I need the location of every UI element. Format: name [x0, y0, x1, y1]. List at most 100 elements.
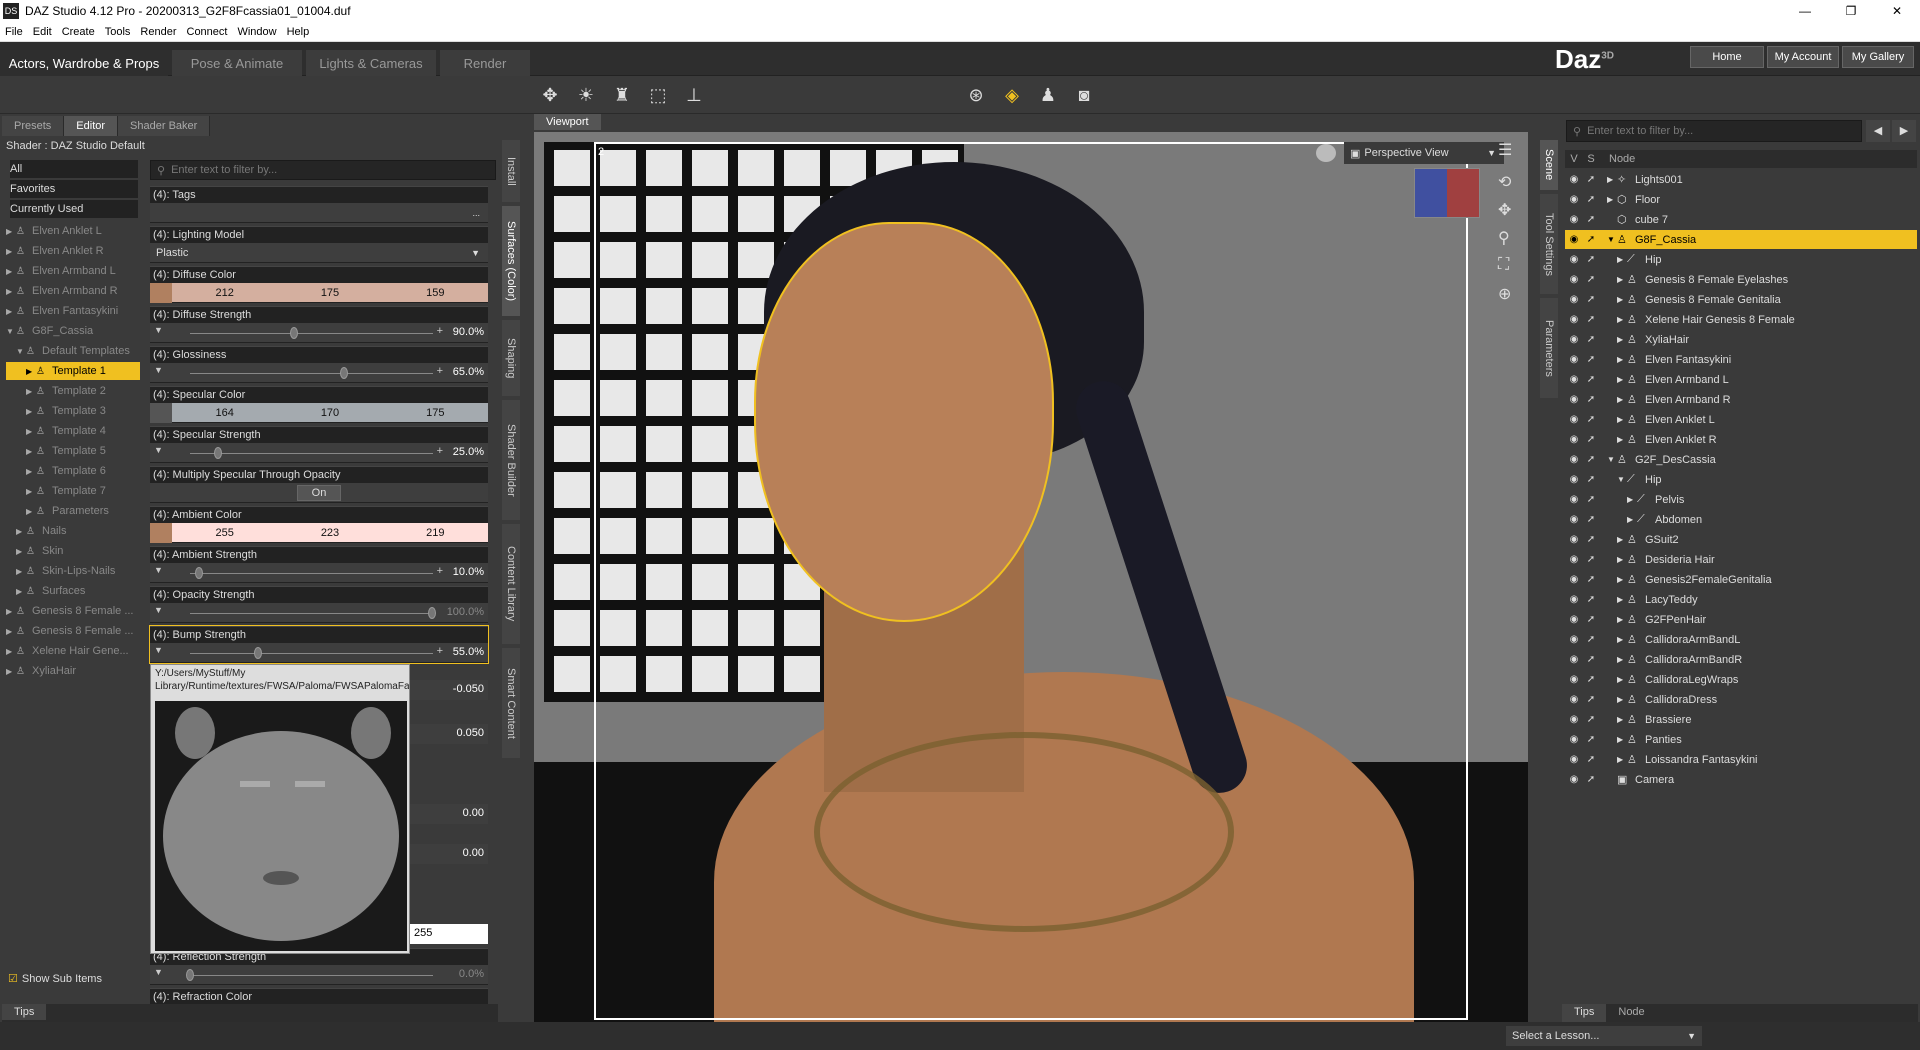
value-field[interactable]: 0.00 [410, 844, 488, 864]
surface-tree-item[interactable]: ▶ ♙ Elven Fantasykini [6, 302, 140, 320]
expand-arrow-icon[interactable]: ▶ [1627, 495, 1637, 504]
geometry-editor-icon[interactable]: ♟ [1034, 82, 1062, 108]
scene-light-icon[interactable]: ☀ [572, 82, 600, 108]
visibility-eye-icon[interactable]: ◉ [1565, 754, 1583, 765]
camera-tool-icon[interactable]: ◙ [1070, 82, 1098, 108]
scene-node-row[interactable]: ◉ ➚ ▶ ♙ G2FPenHair [1565, 610, 1917, 629]
glossiness-slider[interactable]: ▼ +65.0% [150, 363, 488, 383]
menu-help[interactable]: Help [282, 26, 315, 38]
selectable-cursor-icon[interactable]: ➚ [1583, 174, 1599, 185]
side-tab-scene[interactable]: Scene [1540, 140, 1558, 190]
orbit-icon[interactable]: ⟲ [1498, 172, 1511, 192]
figure-tool-icon[interactable]: ♜ [608, 82, 636, 108]
forward-arrow-icon[interactable]: ▶ [1892, 120, 1916, 142]
node-tab[interactable]: Node [1606, 1004, 1656, 1022]
tips-tab[interactable]: Tips [2, 1004, 47, 1020]
surface-tree-item[interactable]: ▶ ♙ Template 3 [6, 402, 140, 420]
visibility-eye-icon[interactable]: ◉ [1565, 294, 1583, 305]
scene-node-row[interactable]: ◉ ➚ ▶ ♙ CallidoraArmBandL [1565, 630, 1917, 649]
visibility-eye-icon[interactable]: ◉ [1565, 554, 1583, 565]
selectable-cursor-icon[interactable]: ➚ [1583, 514, 1599, 525]
scene-node-row[interactable]: ◉ ➚ ▶ ♙ Elven Armband R [1565, 390, 1917, 409]
value-field[interactable]: -0.050 [410, 680, 488, 700]
selectable-cursor-icon[interactable]: ➚ [1583, 214, 1599, 225]
selectable-cursor-icon[interactable]: ➚ [1583, 714, 1599, 725]
selectable-cursor-icon[interactable]: ➚ [1583, 574, 1599, 585]
surface-tree-item[interactable]: ▶ ♙ Surfaces [6, 582, 140, 600]
expand-arrow-icon[interactable]: ▶ [1617, 335, 1627, 344]
expand-arrow-icon[interactable]: ▶ [1617, 435, 1627, 444]
expand-arrow-icon[interactable]: ▶ [6, 607, 16, 616]
scene-node-row[interactable]: ◉ ➚ ▼ ⟋ Hip [1565, 470, 1917, 489]
scene-node-row[interactable]: ◉ ➚ ▼ ♙ G8F_Cassia [1565, 230, 1917, 249]
scene-node-row[interactable]: ◉ ➚ ▶ ♙ CallidoraArmBandR [1565, 650, 1917, 669]
expand-arrow-icon[interactable]: ▶ [1617, 615, 1627, 624]
selectable-cursor-icon[interactable]: ➚ [1583, 254, 1599, 265]
surface-tree-item[interactable]: ▶ ♙ Nails [6, 522, 140, 540]
surface-filter-input[interactable]: ⚲ Enter text to filter by... [150, 160, 496, 180]
selectable-cursor-icon[interactable]: ➚ [1583, 234, 1599, 245]
expand-arrow-icon[interactable]: ▶ [1617, 595, 1627, 604]
expand-arrow-icon[interactable]: ▶ [1617, 755, 1627, 764]
value-field[interactable]: 0.050 [410, 724, 488, 744]
scene-node-row[interactable]: ◉ ➚ ▶ ♙ Elven Anklet L [1565, 410, 1917, 429]
scene-node-row[interactable]: ◉ ➚ ▶ ⟋ Hip [1565, 250, 1917, 269]
visibility-eye-icon[interactable]: ◉ [1565, 234, 1583, 245]
expand-arrow-icon[interactable]: ▶ [6, 267, 16, 276]
expand-arrow-icon[interactable]: ▶ [26, 487, 36, 496]
scene-node-row[interactable]: ◉ ➚ ▶ ⟋ Pelvis [1565, 490, 1917, 509]
expand-arrow-icon[interactable]: ▶ [1617, 535, 1627, 544]
scene-node-row[interactable]: ◉ ➚ ▶ ♙ Elven Armband L [1565, 370, 1917, 389]
expand-arrow-icon[interactable]: ▶ [6, 287, 16, 296]
scene-node-row[interactable]: ◉ ➚ ▶ ♙ CallidoraDress [1565, 690, 1917, 709]
tab-pose-animate[interactable]: Pose & Animate [172, 50, 302, 76]
scene-node-row[interactable]: ◉ ➚ ▶ ♙ Genesis 8 Female Eyelashes [1565, 270, 1917, 289]
side-tab-smart-content[interactable]: Smart Content [502, 648, 520, 758]
menu-window[interactable]: Window [232, 26, 281, 38]
visibility-eye-icon[interactable]: ◉ [1565, 534, 1583, 545]
surface-tree-item[interactable]: ▶ ♙ Elven Anklet R [6, 242, 140, 260]
scene-node-row[interactable]: ◉ ➚ ▶ ♙ LacyTeddy [1565, 590, 1917, 609]
bump-strength-slider[interactable]: ▼ +55.0% [150, 643, 488, 663]
menu-file[interactable]: File [0, 26, 28, 38]
tab-render[interactable]: Render [440, 50, 530, 76]
ambient-strength-slider[interactable]: ▼ +10.0% [150, 563, 488, 583]
menu-render[interactable]: Render [135, 26, 181, 38]
expand-arrow-icon[interactable]: ▶ [16, 547, 26, 556]
expand-arrow-icon[interactable]: ▶ [16, 567, 26, 576]
visibility-eye-icon[interactable]: ◉ [1565, 454, 1583, 465]
selectable-cursor-icon[interactable]: ➚ [1583, 294, 1599, 305]
surface-tree-item[interactable]: ▶ ♙ Template 4 [6, 422, 140, 440]
tab-editor[interactable]: Editor [64, 116, 119, 136]
expand-arrow-icon[interactable]: ▶ [1617, 735, 1627, 744]
selectable-cursor-icon[interactable]: ➚ [1583, 334, 1599, 345]
visibility-eye-icon[interactable]: ◉ [1565, 734, 1583, 745]
lesson-select[interactable]: Select a Lesson... ▼ [1506, 1026, 1702, 1046]
texture-swatch-icon[interactable] [150, 522, 172, 543]
expand-arrow-icon[interactable]: ▶ [1617, 715, 1627, 724]
expand-arrow-icon[interactable]: ▶ [1607, 175, 1617, 184]
scene-node-row[interactable]: ◉ ➚ ▶ ♙ Genesis 8 Female Genitalia [1565, 290, 1917, 309]
expand-arrow-icon[interactable]: ▶ [1617, 355, 1627, 364]
expand-arrow-icon[interactable]: ▼ [6, 327, 16, 336]
scene-node-row[interactable]: ◉ ➚ ▶ ♙ Elven Fantasykini [1565, 350, 1917, 369]
draw-style-icon[interactable] [1316, 144, 1336, 162]
pan-icon[interactable]: ✥ [1498, 200, 1511, 220]
scene-filter-input[interactable]: ⚲ Enter text to filter by... [1566, 120, 1862, 142]
selectable-cursor-icon[interactable]: ➚ [1583, 454, 1599, 465]
frame-icon[interactable]: ⛶ [1498, 256, 1509, 274]
visibility-eye-icon[interactable]: ◉ [1565, 414, 1583, 425]
selectable-cursor-icon[interactable]: ➚ [1583, 374, 1599, 385]
my-gallery-button[interactable]: My Gallery [1842, 46, 1914, 68]
selectable-cursor-icon[interactable]: ➚ [1583, 754, 1599, 765]
visibility-eye-icon[interactable]: ◉ [1565, 774, 1583, 785]
expand-arrow-icon[interactable]: ▶ [6, 667, 16, 676]
back-arrow-icon[interactable]: ◀ [1866, 120, 1890, 142]
selectable-cursor-icon[interactable]: ➚ [1583, 194, 1599, 205]
selectable-cursor-icon[interactable]: ➚ [1583, 494, 1599, 505]
viewport-3d[interactable]: 2 ▣ Perspective View ▼ ☰ ⟲ ✥ ⚲ ⛶ ⊕ [534, 132, 1528, 1022]
ambient-color-field[interactable]: 255 223 219 [150, 522, 488, 543]
selectable-cursor-icon[interactable]: ➚ [1583, 734, 1599, 745]
joint-editor-icon[interactable]: ⊥ [680, 82, 708, 108]
show-sub-items[interactable]: ☑ Show Sub Items [8, 972, 102, 986]
